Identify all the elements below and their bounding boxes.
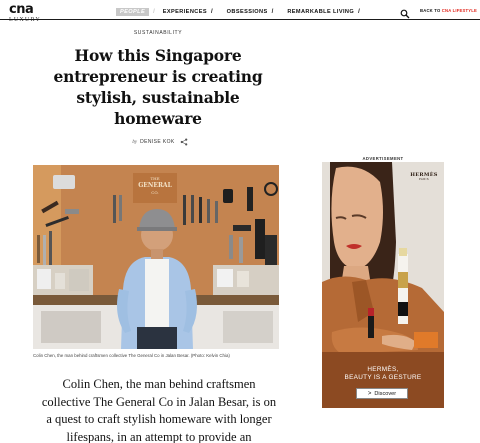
header-divider [0,19,480,20]
ad-tagline-line-2: BEAUTY IS A GESTURE [344,374,422,381]
back-to-cna-lifestyle-link[interactable]: BACK TO CNA LIFESTYLE [420,8,477,13]
nav-separator: / [271,8,274,15]
author-name[interactable]: DENISE KOK [140,139,175,145]
nav-separator: / [153,8,155,15]
ad-tagline-line-1: HERMÈS, [367,366,399,373]
ad-brand-city: PARIS [418,178,430,181]
ad-tagline: HERMÈS, BEAUTY IS A GESTURE [322,366,444,382]
logo-main-text: cna [9,2,34,17]
sign-line-2: GENERAL [138,182,172,189]
article-category[interactable]: SUSTAINABILITY [60,30,256,36]
advertisement-label: ADVERTISEMENT [362,156,404,161]
photo-caption: Colin Chen, the man behind craftsmen col… [33,353,230,358]
photo-sign: THE GENERAL CO. [133,175,177,196]
nav-item-people[interactable]: PEOPLE [116,7,150,16]
sign-line-1: THE [150,176,160,181]
nav-item-remarkable-living[interactable]: REMARKABLE LIVING [287,9,354,15]
article-lead-paragraph: Colin Chen, the man behind craftsmen col… [41,377,277,443]
nav-item-obsessions[interactable]: OBSESSIONS [227,9,268,15]
article-headline: How this Singapore entrepreneur is creat… [53,46,263,128]
chevron-right-icon: > [367,390,372,397]
nav-separator: / [358,8,360,15]
search-button[interactable] [400,6,410,19]
hermes-advertisement[interactable]: HERMÈS PARIS HERMÈS, BEAUTY IS A GESTURE… [322,162,444,408]
byline: by DENISE KOK [120,137,200,147]
hermes-logo: HERMÈS PARIS [410,172,438,181]
main-nav: PEOPLE / EXPERIENCES / OBSESSIONS / REMA… [116,6,374,17]
back-link-prefix: BACK TO [420,8,442,13]
byline-by: by [132,139,138,145]
nav-separator: / [210,8,213,15]
sign-line-3: CO. [151,190,159,195]
back-link-accent: CNA LIFESTYLE [441,8,478,13]
search-icon [400,9,410,19]
discover-button-label: Discover [374,390,397,397]
discover-button[interactable]: > Discover [356,388,408,399]
nav-item-experiences[interactable]: EXPERIENCES [163,9,207,15]
site-header: cna LUXURY PEOPLE / EXPERIENCES / OBSESS… [0,0,480,23]
article-hero-photo: THE GENERAL CO. [33,165,279,349]
logo-sub-text: LUXURY [9,17,41,23]
share-icon[interactable] [180,138,188,146]
cna-luxury-logo[interactable]: cna LUXURY [9,3,41,23]
